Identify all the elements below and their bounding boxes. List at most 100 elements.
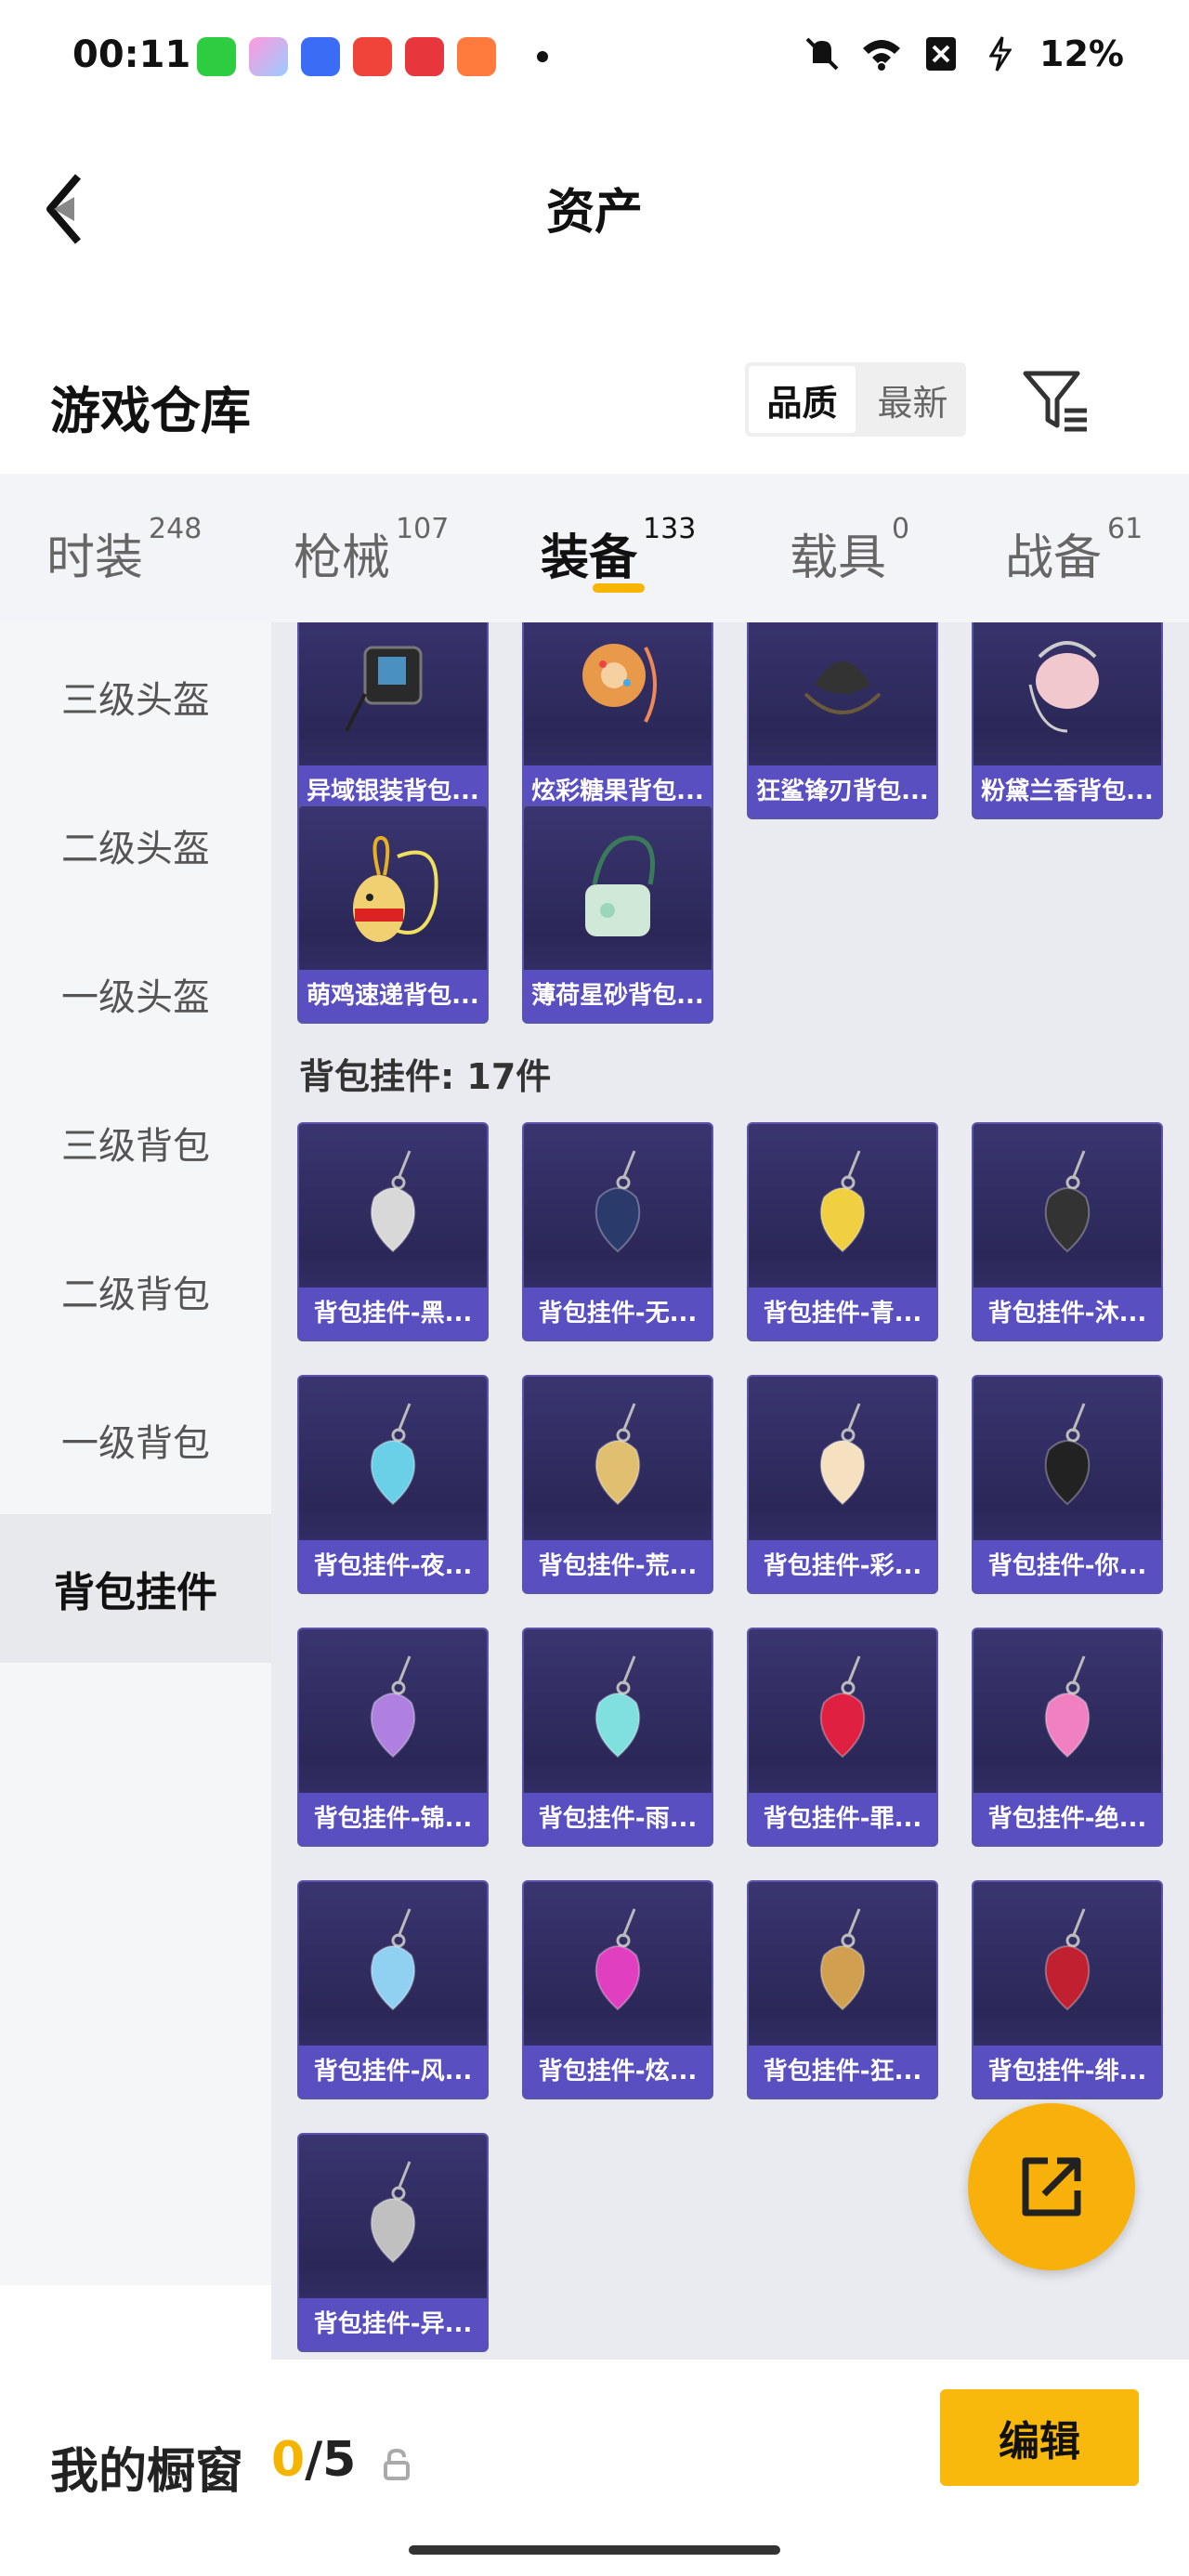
pendant-card[interactable]: 背包挂件-夜... <box>297 1375 489 1594</box>
category-tabs: 时装248 枪械107 装备133 载具0 战备61 <box>0 474 1189 622</box>
pendant-name: 背包挂件-沐... <box>973 1288 1161 1340</box>
share-fab-button[interactable] <box>968 2103 1135 2270</box>
backpack-image <box>299 806 487 972</box>
item-card[interactable]: 炫彩糖果背包... <box>522 622 713 819</box>
pendant-name: 背包挂件-绯... <box>973 2046 1161 2098</box>
pendant-card[interactable]: 背包挂件-炫... <box>522 1880 713 2099</box>
edit-button[interactable]: 编辑 <box>940 2389 1139 2486</box>
pendant-name: 背包挂件-雨... <box>524 1793 712 1845</box>
pendant-name: 背包挂件-无... <box>524 1288 712 1340</box>
pendant-image <box>749 1629 936 1795</box>
pendant-card[interactable]: 背包挂件-沐... <box>972 1122 1163 1341</box>
item-grid: 异域银装背包... 炫彩糖果背包... 狂鲨锋刃背包... 粉黛兰香背包... … <box>271 622 1189 2360</box>
section-title: 背包挂件: 17件 <box>299 1056 552 1097</box>
tab-count: 0 <box>892 513 910 545</box>
pendant-card[interactable]: 背包挂件-荒... <box>522 1375 713 1594</box>
pendant-name: 背包挂件-你... <box>973 1540 1161 1592</box>
backpack-image <box>524 806 712 972</box>
tab-count: 107 <box>396 513 450 545</box>
sort-newest-button[interactable]: 最新 <box>859 362 966 437</box>
tab-supplies[interactable]: 战备61 <box>1005 513 1143 588</box>
tab-label: 时装 <box>46 530 144 586</box>
backpack-image <box>749 622 936 767</box>
tab-vehicles[interactable]: 载具0 <box>790 513 909 588</box>
more-notifications-dot <box>537 51 548 62</box>
pendant-image <box>524 1882 712 2047</box>
sidebar-item-backpack-2[interactable]: 二级背包 <box>0 1217 271 1366</box>
tab-count: 248 <box>149 513 203 545</box>
backpack-image <box>973 622 1161 767</box>
pendant-image <box>973 1882 1161 2047</box>
item-name: 狂鲨锋刃背包... <box>749 765 936 817</box>
item-card[interactable]: 异域银装背包... <box>297 622 489 819</box>
pendant-card[interactable]: 背包挂件-雨... <box>522 1628 713 1847</box>
backpack-image <box>524 622 712 767</box>
pendant-card[interactable]: 背包挂件-青... <box>747 1122 938 1341</box>
pendant-image <box>524 1629 712 1795</box>
pendant-card[interactable]: 背包挂件-你... <box>972 1375 1163 1594</box>
pendant-image <box>973 1629 1161 1795</box>
tab-equipment[interactable]: 装备133 <box>541 513 696 588</box>
item-card[interactable]: 薄荷星砂背包... <box>522 804 713 1024</box>
sort-toggle: 品质 最新 <box>745 362 966 437</box>
pendant-image <box>749 1882 936 2047</box>
sidebar-filler <box>0 2285 271 2360</box>
sidebar-item-pendant[interactable]: 背包挂件 <box>0 1514 271 1663</box>
charging-icon <box>980 35 1021 72</box>
app-notification-icon <box>405 37 444 76</box>
pendant-image <box>524 1124 712 1289</box>
pendant-card[interactable]: 背包挂件-黑... <box>297 1122 489 1341</box>
filter-button[interactable] <box>1022 368 1092 435</box>
showcase-bar: 我的橱窗 0/5 编辑 <box>0 2360 1189 2576</box>
sidebar-item-helmet-1[interactable]: 一级头盔 <box>0 920 271 1068</box>
pendant-card[interactable]: 背包挂件-狂... <box>747 1880 938 2099</box>
app-notification-icon <box>301 37 340 76</box>
pendant-image <box>524 1377 712 1542</box>
pendant-card[interactable]: 背包挂件-罪... <box>747 1628 938 1847</box>
page-title: 资产 <box>545 185 643 241</box>
status-time: 00:11 <box>72 33 191 76</box>
share-icon <box>1022 2157 1081 2216</box>
pendant-card[interactable]: 背包挂件-异... <box>297 2133 489 2352</box>
pendant-card[interactable]: 背包挂件-绝... <box>972 1628 1163 1847</box>
home-indicator[interactable] <box>409 2545 780 2555</box>
pendant-name: 背包挂件-锦... <box>299 1793 487 1845</box>
pendant-card[interactable]: 背包挂件-无... <box>522 1122 713 1341</box>
showcase-count: 0/5 <box>271 2432 356 2488</box>
item-card[interactable]: 萌鸡速递背包... <box>297 804 489 1024</box>
tab-label: 战备 <box>1005 530 1103 586</box>
sidebar-item-backpack-3[interactable]: 三级背包 <box>0 1068 271 1217</box>
sidebar-item-backpack-1[interactable]: 一级背包 <box>0 1366 271 1514</box>
tab-label: 装备 <box>541 530 638 586</box>
sidebar-item-helmet-3[interactable]: 三级头盔 <box>0 622 271 771</box>
tab-guns[interactable]: 枪械107 <box>294 513 449 588</box>
pendant-card[interactable]: 背包挂件-绯... <box>972 1880 1163 2099</box>
pendant-card[interactable]: 背包挂件-风... <box>297 1880 489 2099</box>
active-tab-indicator <box>593 583 645 593</box>
tab-fashion[interactable]: 时装248 <box>46 513 202 588</box>
pendant-image <box>299 1377 487 1542</box>
pendant-image <box>973 1124 1161 1289</box>
showcase-total: /5 <box>305 2432 357 2488</box>
pendant-card[interactable]: 背包挂件-锦... <box>297 1628 489 1847</box>
pendant-name: 背包挂件-荒... <box>524 1540 712 1592</box>
lock-icon <box>383 2448 411 2480</box>
tab-count: 133 <box>643 513 697 545</box>
warehouse-header: 游戏仓库 品质 最新 <box>0 334 1189 474</box>
item-card[interactable]: 粉黛兰香背包... <box>972 622 1163 819</box>
tab-label: 载具 <box>790 530 887 586</box>
item-name: 萌鸡速递背包... <box>299 970 487 1022</box>
filter-icon <box>1023 371 1087 432</box>
no-sim-icon <box>921 35 961 72</box>
pendant-image <box>299 1124 487 1289</box>
item-card[interactable]: 狂鲨锋刃背包... <box>747 622 938 819</box>
pendant-card[interactable]: 背包挂件-彩... <box>747 1375 938 1594</box>
warehouse-title: 游戏仓库 <box>50 382 251 440</box>
sidebar-item-helmet-2[interactable]: 二级头盔 <box>0 771 271 920</box>
subcategory-sidebar: 三级头盔 二级头盔 一级头盔 三级背包 二级背包 一级背包 背包挂件 <box>0 622 271 2360</box>
pendant-name: 背包挂件-狂... <box>749 2046 936 2098</box>
sort-quality-button[interactable]: 品质 <box>749 366 856 433</box>
status-bar: 00:11 12% <box>0 0 1189 111</box>
nav-bar: 资产 <box>0 111 1189 288</box>
pendant-image <box>299 2135 487 2300</box>
